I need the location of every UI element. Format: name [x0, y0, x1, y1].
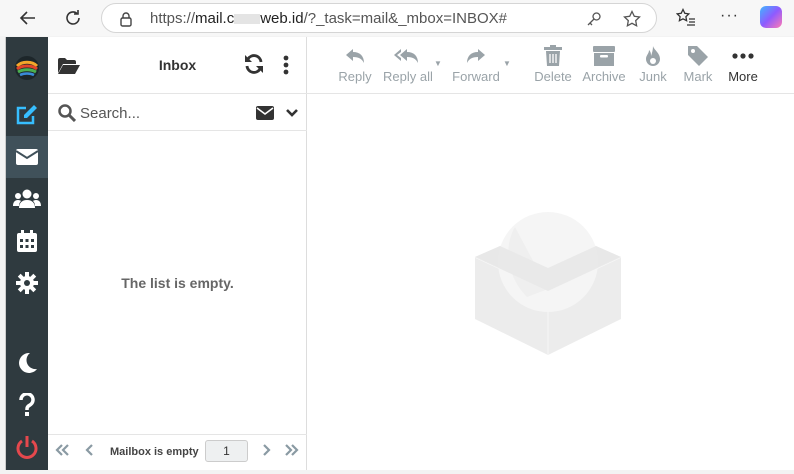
favorite-star-icon[interactable] [623, 10, 641, 28]
pager-status: Mailbox is empty [110, 446, 199, 458]
first-page-button[interactable] [54, 443, 70, 461]
browser-toolbar: https://mail.c web.id/?_task=mail&_mbox=I… [0, 0, 794, 36]
logo[interactable] [6, 47, 48, 89]
taskmenu-help[interactable] [6, 384, 48, 426]
taskmenu-compose[interactable] [6, 94, 48, 136]
tag-icon [688, 46, 708, 66]
archive-button[interactable]: Archive [582, 43, 626, 91]
next-page-button[interactable] [261, 443, 271, 461]
delete-button[interactable]: Delete [533, 43, 573, 91]
mark-button[interactable]: Mark [682, 43, 714, 91]
taskmenu-contacts[interactable] [6, 178, 48, 220]
question-icon [19, 393, 35, 416]
page-number-input[interactable]: 1 [205, 440, 248, 462]
chevron-down-icon[interactable] [286, 108, 298, 118]
mailbox-list-panel: Inbox The list is empty. Mailbox is empt… [48, 37, 307, 470]
message-toolbar: Reply Reply all ▼ Forward ▼ Delete Archi… [307, 37, 794, 94]
last-page-button[interactable] [284, 443, 300, 461]
reply-button[interactable]: Reply [338, 43, 372, 91]
more-dots-icon [732, 53, 754, 59]
gear-icon [16, 272, 38, 294]
forward-dropdown-icon[interactable]: ▼ [503, 59, 511, 68]
taskmenu-settings[interactable] [6, 262, 48, 304]
taskmenu-calendar[interactable] [6, 220, 48, 262]
empty-list-message: The list is empty. [121, 275, 234, 291]
page-title: Inbox [158, 57, 197, 73]
list-options-icon[interactable] [283, 55, 289, 75]
reply-all-button[interactable]: Reply all [383, 43, 433, 91]
reply-all-icon [394, 49, 418, 63]
double-chevron-left-icon [55, 444, 69, 456]
reply-icon [346, 49, 364, 63]
list-pager: Mailbox is empty 1 [48, 434, 307, 470]
taskmenu-dark-mode[interactable] [6, 342, 48, 384]
search-input[interactable] [80, 103, 240, 123]
roundcube-app: Inbox The list is empty. Mailbox is empt… [5, 37, 794, 470]
chevron-left-icon [85, 444, 93, 456]
app-logo-icon [15, 56, 39, 80]
arrow-left-icon [19, 11, 35, 25]
envelope-icon [15, 149, 39, 165]
address-bar[interactable]: https://mail.c web.id/?_task=mail&_mbox=I… [101, 3, 657, 33]
forward-icon [467, 49, 485, 63]
reload-icon [66, 10, 80, 25]
list-header: Inbox [48, 37, 307, 94]
users-icon [13, 189, 41, 208]
search-bar [48, 94, 307, 131]
taskmenu [6, 37, 48, 470]
junk-button[interactable]: Junk [637, 43, 669, 91]
key-icon[interactable] [586, 11, 602, 27]
taskmenu-mail[interactable] [6, 136, 48, 178]
compose-icon [16, 105, 37, 125]
envelope-filter-icon[interactable] [256, 106, 274, 120]
empty-mailbox-illustration [475, 212, 621, 355]
trash-icon [544, 45, 562, 66]
power-icon [16, 436, 38, 459]
forward-button[interactable]: Forward [452, 43, 500, 91]
refresh-icon[interactable] [244, 54, 264, 74]
copilot-icon[interactable] [760, 6, 782, 28]
message-content-panel: Reply Reply all ▼ Forward ▼ Delete Archi… [307, 37, 794, 470]
back-button[interactable] [14, 4, 42, 32]
calendar-icon [17, 230, 37, 252]
chevron-right-icon [263, 444, 271, 456]
refresh-button[interactable] [59, 4, 87, 32]
favorites-list-icon[interactable] [676, 8, 696, 26]
browser-menu-icon[interactable]: ··· [720, 7, 739, 25]
lock-icon [120, 12, 132, 27]
fire-icon [646, 46, 660, 66]
taskmenu-logout[interactable] [6, 426, 48, 468]
prev-page-button[interactable] [85, 443, 95, 461]
moon-icon [19, 352, 37, 373]
double-chevron-right-icon [285, 444, 299, 456]
url-text: https://mail.c web.id/?_task=mail&_mbox=I… [150, 10, 507, 27]
search-icon [58, 104, 76, 122]
more-button[interactable]: More [725, 43, 761, 91]
reply-all-dropdown-icon[interactable]: ▼ [434, 59, 442, 68]
archive-icon [593, 46, 615, 66]
